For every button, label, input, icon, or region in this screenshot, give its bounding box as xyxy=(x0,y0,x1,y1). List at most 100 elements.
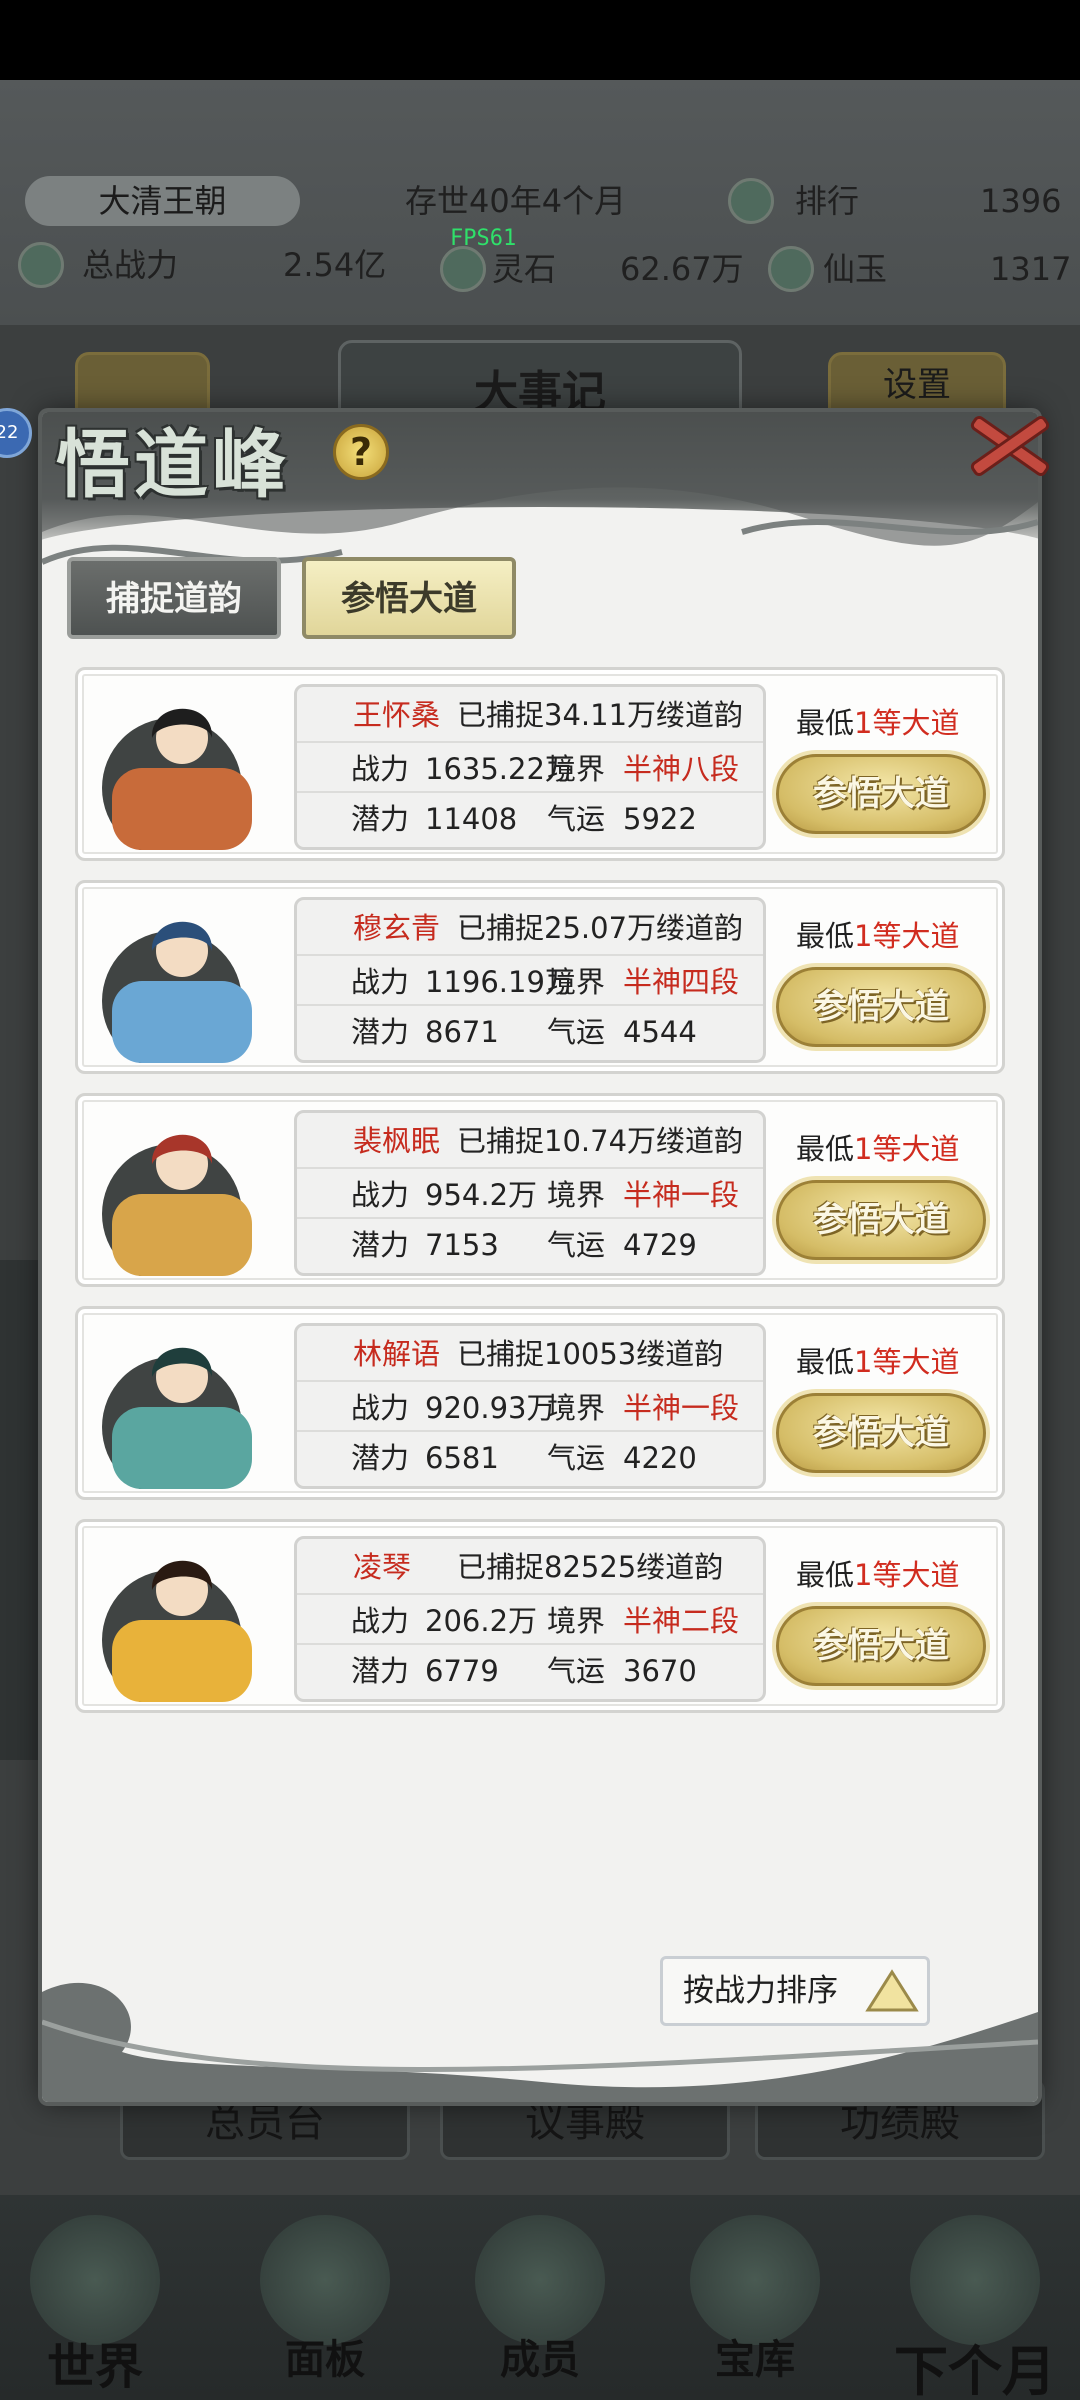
bg-side-panel xyxy=(0,1260,40,1760)
disciple-info-panel: 穆玄青 已捕捉25.07万缕道韵 战力 1196.19万 境界 半神四段 潜力 … xyxy=(294,897,766,1063)
min-level-requirement: 最低1等大道 xyxy=(796,1558,960,1592)
potential-value: 7153 xyxy=(425,1228,499,1262)
luck-value: 4729 xyxy=(623,1228,697,1262)
potential-value: 8671 xyxy=(425,1015,499,1049)
spirit-stone-value: 62.67万 xyxy=(620,250,744,288)
disciple-portrait xyxy=(90,1106,278,1276)
jade-label: 仙玉 xyxy=(823,250,888,288)
nav-next-month[interactable]: 下个月 xyxy=(880,2215,1070,2400)
realm-label: 境界 xyxy=(547,1178,606,1212)
disciple-portrait xyxy=(90,893,278,1063)
spirit-stone-label: 灵石 xyxy=(492,250,557,288)
potential-label: 潜力 xyxy=(351,1441,410,1475)
help-button[interactable]: ? xyxy=(333,424,389,480)
realm-label: 境界 xyxy=(547,965,606,999)
luck-value: 4544 xyxy=(623,1015,697,1049)
disciple-info-panel: 裴枫眠 已捕捉10.74万缕道韵 战力 954.2万 境界 半神一段 潜力 71… xyxy=(294,1110,766,1276)
potential-label: 潜力 xyxy=(351,1015,410,1049)
nav-world[interactable]: 世界 xyxy=(20,2215,170,2395)
sort-ascending-icon xyxy=(865,1969,919,2012)
nav-members-label: 成员 xyxy=(500,2337,580,2383)
disciple-info-panel: 林解语 已捕捉10053缕道韵 战力 920.93万 境界 半神一段 潜力 65… xyxy=(294,1323,766,1489)
comprehend-button[interactable]: 参悟大道 xyxy=(776,1606,986,1686)
nav-treasury[interactable]: 宝库 xyxy=(680,2215,830,2395)
spirit-stone-icon xyxy=(440,246,486,292)
disciple-name: 裴枫眠 xyxy=(353,1124,441,1158)
nav-next-month-label: 下个月 xyxy=(894,2340,1056,2400)
daoyun-captured: 已捕捉25.07万缕道韵 xyxy=(457,911,744,945)
luck-label: 气运 xyxy=(547,1015,606,1049)
luck-value: 4220 xyxy=(623,1441,697,1475)
disciple-entry: 裴枫眠 已捕捉10.74万缕道韵 战力 954.2万 境界 半神一段 潜力 71… xyxy=(75,1093,1005,1287)
rank-label: 排行 xyxy=(795,182,860,220)
total-power-label: 总战力 xyxy=(82,246,179,284)
potential-value: 11408 xyxy=(425,802,518,836)
tab-comprehend-dao[interactable]: 参悟大道 xyxy=(302,557,516,639)
min-level-requirement: 最低1等大道 xyxy=(796,1132,960,1166)
disciple-portrait xyxy=(90,680,278,850)
power-icon xyxy=(18,242,64,288)
daoyun-captured: 已捕捉82525缕道韵 xyxy=(457,1550,724,1584)
disciple-name: 凌琴 xyxy=(353,1550,412,1584)
disciple-portrait xyxy=(90,1532,278,1702)
power-label: 战力 xyxy=(351,965,410,999)
luck-value: 3670 xyxy=(623,1654,697,1688)
disciple-name: 王怀桑 xyxy=(353,698,441,732)
dynasty-name: 大清王朝 xyxy=(25,176,300,226)
realm-value: 半神一段 xyxy=(623,1178,740,1212)
potential-label: 潜力 xyxy=(351,1654,410,1688)
disciple-entry: 林解语 已捕捉10053缕道韵 战力 920.93万 境界 半神一段 潜力 65… xyxy=(75,1306,1005,1500)
dialog-title: 悟道峰 xyxy=(56,422,290,508)
disciple-info-panel: 王怀桑 已捕捉34.11万缕道韵 战力 1635.22万 境界 半神八段 潜力 … xyxy=(294,684,766,850)
total-power-value: 2.54亿 xyxy=(283,246,387,284)
comprehend-button[interactable]: 参悟大道 xyxy=(776,754,986,834)
power-label: 战力 xyxy=(351,752,410,786)
disciple-portrait xyxy=(90,1319,278,1489)
disciple-name: 林解语 xyxy=(353,1337,441,1371)
realm-label: 境界 xyxy=(547,1391,606,1425)
close-button[interactable] xyxy=(960,400,1052,490)
rank-value: 1396 xyxy=(980,182,1062,220)
luck-label: 气运 xyxy=(547,802,606,836)
next-month-icon xyxy=(910,2215,1040,2345)
realm-label: 境界 xyxy=(547,1604,606,1638)
sort-label: 按战力排序 xyxy=(683,1973,838,2009)
min-level-requirement: 最低1等大道 xyxy=(796,1345,960,1379)
power-value: 206.2万 xyxy=(425,1604,538,1638)
potential-value: 6581 xyxy=(425,1441,499,1475)
disciple-entry: 凌琴 已捕捉82525缕道韵 战力 206.2万 境界 半神二段 潜力 6779… xyxy=(75,1519,1005,1713)
min-level-requirement: 最低1等大道 xyxy=(796,919,960,953)
nav-world-label: 世界 xyxy=(46,2339,143,2395)
potential-label: 潜力 xyxy=(351,802,410,836)
nav-panel-label: 面板 xyxy=(285,2337,365,2383)
daoyun-captured: 已捕捉10.74万缕道韵 xyxy=(457,1124,744,1158)
potential-label: 潜力 xyxy=(351,1228,410,1262)
sort-by-power-button[interactable]: 按战力排序 xyxy=(660,1956,930,2026)
realm-value: 半神二段 xyxy=(623,1604,740,1638)
power-label: 战力 xyxy=(351,1604,410,1638)
nav-treasury-label: 宝库 xyxy=(715,2337,795,2383)
members-icon xyxy=(475,2215,605,2345)
comprehend-button[interactable]: 参悟大道 xyxy=(776,1180,986,1260)
power-label: 战力 xyxy=(351,1178,410,1212)
luck-label: 气运 xyxy=(547,1654,606,1688)
status-bar xyxy=(0,0,1080,80)
realm-value: 半神一段 xyxy=(623,1391,740,1425)
min-level-requirement: 最低1等大道 xyxy=(796,706,960,740)
realm-value: 半神四段 xyxy=(623,965,740,999)
jade-icon xyxy=(768,246,814,292)
comprehend-button[interactable]: 参悟大道 xyxy=(776,967,986,1047)
luck-label: 气运 xyxy=(547,1228,606,1262)
jade-value: 1317 xyxy=(990,250,1072,288)
power-label: 战力 xyxy=(351,1391,410,1425)
nav-panel[interactable]: 面板 xyxy=(250,2215,400,2395)
world-icon xyxy=(30,2215,160,2345)
disciple-info-panel: 凌琴 已捕捉82525缕道韵 战力 206.2万 境界 半神二段 潜力 6779… xyxy=(294,1536,766,1702)
tab-capture-daoyun[interactable]: 捕捉道韵 xyxy=(67,557,281,639)
power-value: 920.93万 xyxy=(425,1391,556,1425)
rank-icon xyxy=(728,178,774,224)
luck-label: 气运 xyxy=(547,1441,606,1475)
nav-members[interactable]: 成员 xyxy=(465,2215,615,2395)
comprehend-button[interactable]: 参悟大道 xyxy=(776,1393,986,1473)
realm-label: 境界 xyxy=(547,752,606,786)
